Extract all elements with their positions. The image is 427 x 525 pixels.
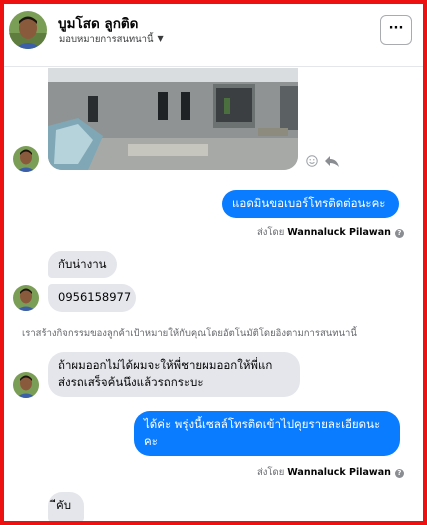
caret-down-icon: ▼: [157, 34, 164, 43]
message-bubble-incoming[interactable]: กับน่างาน: [48, 251, 117, 278]
system-note: เราสร้างกิจกรรมของลูกค้าเป้าหมายให้กับคุ…: [22, 328, 357, 339]
sent-by-agent: Wannaluck Pilawan: [287, 227, 391, 238]
sent-by-label: ส่งโดย Wannaluck Pilawan?: [257, 465, 404, 480]
message-text: 0956158977: [58, 290, 132, 304]
message-bubble-incoming[interactable]: 0956158977: [48, 284, 136, 312]
reply-arrow-icon[interactable]: [324, 155, 340, 168]
contact-avatar[interactable]: [9, 11, 47, 49]
message-text: ีคับ: [56, 498, 71, 512]
info-icon[interactable]: ?: [394, 469, 404, 478]
sent-by-label: ส่งโดย Wannaluck Pilawan?: [257, 225, 404, 240]
sent-by-prefix: ส่งโดย: [257, 227, 285, 238]
more-options-button[interactable]: ···: [380, 15, 412, 45]
contact-avatar-small: [13, 372, 39, 398]
message-text: แอดมินขอเบอร์โทรติดต่อนะคะ: [232, 196, 386, 210]
assign-conversation-dropdown[interactable]: มอบหมายการสนทนานี้ ▼: [59, 32, 164, 47]
conversation-header: บูมโสด ลูกติด มอบหมายการสนทนานี้ ▼ ···: [4, 4, 423, 67]
info-icon[interactable]: ?: [394, 229, 404, 238]
contact-name: บูมโสด ลูกติด: [58, 16, 139, 32]
assign-conversation-label: มอบหมายการสนทนานี้: [59, 34, 154, 45]
message-bubble-outgoing[interactable]: ได้ค่ะ พรุ่งนี้เซลล์โทรติดเข้าไปคุยรายละ…: [134, 411, 400, 456]
sent-by-prefix: ส่งโดย: [257, 467, 285, 478]
message-text: กับน่างาน: [58, 257, 107, 271]
photo-attachment[interactable]: [48, 68, 298, 170]
message-text-line: ถ้าผมออกไม่ได้ผมจะให้พี่ชายผมออกให้พี่แก: [58, 358, 273, 372]
message-text-line: ส่งรถเสร็จค้นนึงแล้วรถกระบะ: [58, 375, 204, 389]
chat-window: บูมโสด ลูกติด มอบหมายการสนทนานี้ ▼ ··· แ…: [0, 0, 427, 525]
contact-avatar-small: [13, 285, 39, 311]
message-text-line: ได้ค่ะ พรุ่งนี้เซลล์โทรติดเข้าไปคุยรายละ…: [144, 417, 381, 431]
sent-by-agent: Wannaluck Pilawan: [287, 467, 391, 478]
message-bubble-incoming[interactable]: ีคับ: [48, 492, 84, 521]
message-text-line: คะ: [144, 434, 158, 448]
contact-avatar-small: [13, 146, 39, 172]
message-bubble-incoming[interactable]: ถ้าผมออกไม่ได้ผมจะให้พี่ชายผมออกให้พี่แก…: [48, 352, 300, 397]
react-emoji-icon[interactable]: [306, 155, 318, 167]
message-bubble-outgoing[interactable]: แอดมินขอเบอร์โทรติดต่อนะคะ: [222, 190, 399, 218]
